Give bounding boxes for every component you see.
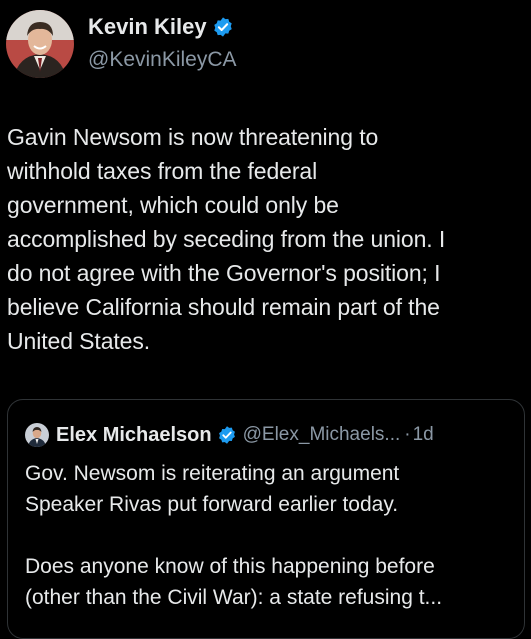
quoted-author-display-name[interactable]: Elex Michaelson <box>56 424 212 447</box>
quoted-tweet-header: Elex Michaelson @Elex_Michaels... · 1d <box>25 423 434 447</box>
author-avatar[interactable] <box>6 10 74 78</box>
quoted-author-avatar[interactable] <box>25 423 49 447</box>
quoted-author-handle[interactable]: @Elex_Michaels... <box>243 424 401 446</box>
quoted-tweet-timestamp[interactable]: 1d <box>413 424 434 446</box>
profile-photo-icon <box>6 10 74 78</box>
author-handle[interactable]: @KevinKileyCA <box>88 48 237 72</box>
author-display-name[interactable]: Kevin Kiley <box>88 14 207 40</box>
author-name-row[interactable]: Kevin Kiley <box>88 14 234 40</box>
verified-badge-icon <box>217 425 237 445</box>
tweet-body-text: Gavin Newsom is now threatening to withh… <box>7 124 446 354</box>
quoted-tweet-card[interactable]: Elex Michaelson @Elex_Michaels... · 1d G… <box>7 399 525 639</box>
separator-dot: · <box>404 424 411 445</box>
profile-photo-icon <box>25 423 49 447</box>
verified-badge-icon <box>212 16 234 38</box>
quoted-tweet-body-text: Gov. Newsom is reiterating an argument S… <box>25 462 443 609</box>
tweet-header: Kevin Kiley @KevinKileyCA <box>6 10 526 80</box>
